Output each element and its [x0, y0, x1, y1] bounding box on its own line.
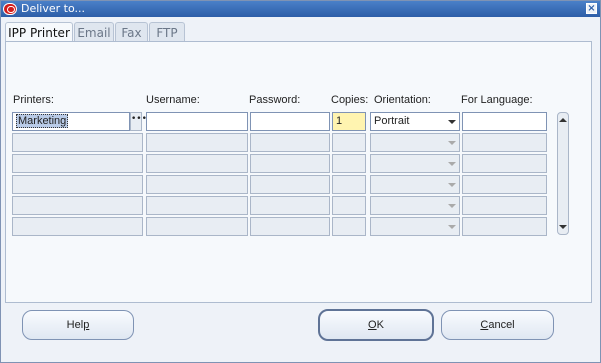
printer-lov-button[interactable]: ••• — [130, 112, 147, 131]
copies-value: 1 — [336, 115, 343, 127]
orientation-select-empty[interactable] — [370, 133, 460, 152]
language-field-empty[interactable] — [462, 217, 547, 236]
password-field-empty[interactable] — [250, 133, 330, 152]
help-button[interactable]: Help — [22, 310, 134, 340]
printer-field-empty[interactable] — [12, 154, 143, 173]
printer-field-empty[interactable] — [12, 196, 143, 215]
window-title: Deliver to... — [21, 2, 85, 15]
orientation-select-empty[interactable] — [370, 217, 460, 236]
ok-button[interactable]: OK — [318, 309, 434, 341]
tab-email[interactable]: Email — [74, 22, 114, 42]
language-field-empty[interactable] — [462, 196, 547, 215]
printer-field[interactable]: Marketing — [12, 112, 130, 131]
username-field-empty[interactable] — [146, 154, 248, 173]
password-field-empty[interactable] — [250, 217, 330, 236]
username-field[interactable] — [146, 112, 248, 131]
username-field-empty[interactable] — [146, 196, 248, 215]
language-field-empty[interactable] — [462, 133, 547, 152]
chevron-down-icon — [448, 141, 456, 145]
tab-ipp-printer[interactable]: IPP Printer — [5, 22, 73, 43]
oracle-logo-icon — [3, 3, 17, 15]
scroll-down-icon[interactable] — [559, 225, 567, 229]
printer-field-empty[interactable] — [12, 217, 143, 236]
chevron-down-icon — [448, 204, 456, 208]
username-label: Username: — [146, 94, 200, 106]
tab-fax[interactable]: Fax — [115, 22, 148, 42]
chevron-down-icon — [448, 183, 456, 187]
orientation-select-empty[interactable] — [370, 175, 460, 194]
password-field-empty[interactable] — [250, 175, 330, 194]
orientation-value: Portrait — [374, 115, 410, 127]
cancel-button[interactable]: Cancel — [441, 310, 554, 340]
username-field-empty[interactable] — [146, 175, 248, 194]
username-field-empty[interactable] — [146, 217, 248, 236]
chevron-down-icon — [448, 120, 456, 124]
copies-field-empty[interactable] — [332, 154, 366, 173]
password-field-empty[interactable] — [250, 196, 330, 215]
printers-label: Printers: — [13, 94, 54, 106]
close-icon[interactable]: × — [586, 3, 597, 14]
orientation-select-empty[interactable] — [370, 196, 460, 215]
copies-field[interactable]: 1 — [332, 112, 366, 131]
language-field[interactable] — [462, 112, 547, 131]
password-field-empty[interactable] — [250, 154, 330, 173]
copies-field-empty[interactable] — [332, 175, 366, 194]
language-field-empty[interactable] — [462, 175, 547, 194]
printer-field-empty[interactable] — [12, 133, 143, 152]
orientation-select-empty[interactable] — [370, 154, 460, 173]
scroll-up-icon[interactable] — [559, 118, 567, 122]
copies-field-empty[interactable] — [332, 133, 366, 152]
orientation-label: Orientation: — [374, 94, 431, 106]
password-field[interactable] — [250, 112, 330, 131]
chevron-down-icon — [448, 225, 456, 229]
password-label: Password: — [249, 94, 301, 106]
language-label: For Language: — [461, 94, 533, 106]
language-field-empty[interactable] — [462, 154, 547, 173]
copies-label: Copies: — [331, 94, 369, 106]
orientation-select[interactable]: Portrait — [370, 112, 460, 131]
username-field-empty[interactable] — [146, 133, 248, 152]
tab-ftp[interactable]: FTP — [149, 22, 185, 42]
deliver-to-dialog: Deliver to... × IPP Printer Email Fax FT… — [0, 0, 601, 363]
copies-field-empty[interactable] — [332, 196, 366, 215]
printer-field-empty[interactable] — [12, 175, 143, 194]
copies-field-empty[interactable] — [332, 217, 366, 236]
printer-value: Marketing — [16, 114, 69, 128]
vertical-scrollbar[interactable] — [557, 112, 569, 235]
chevron-down-icon — [448, 162, 456, 166]
title-bar: Deliver to... × — [1, 1, 600, 17]
